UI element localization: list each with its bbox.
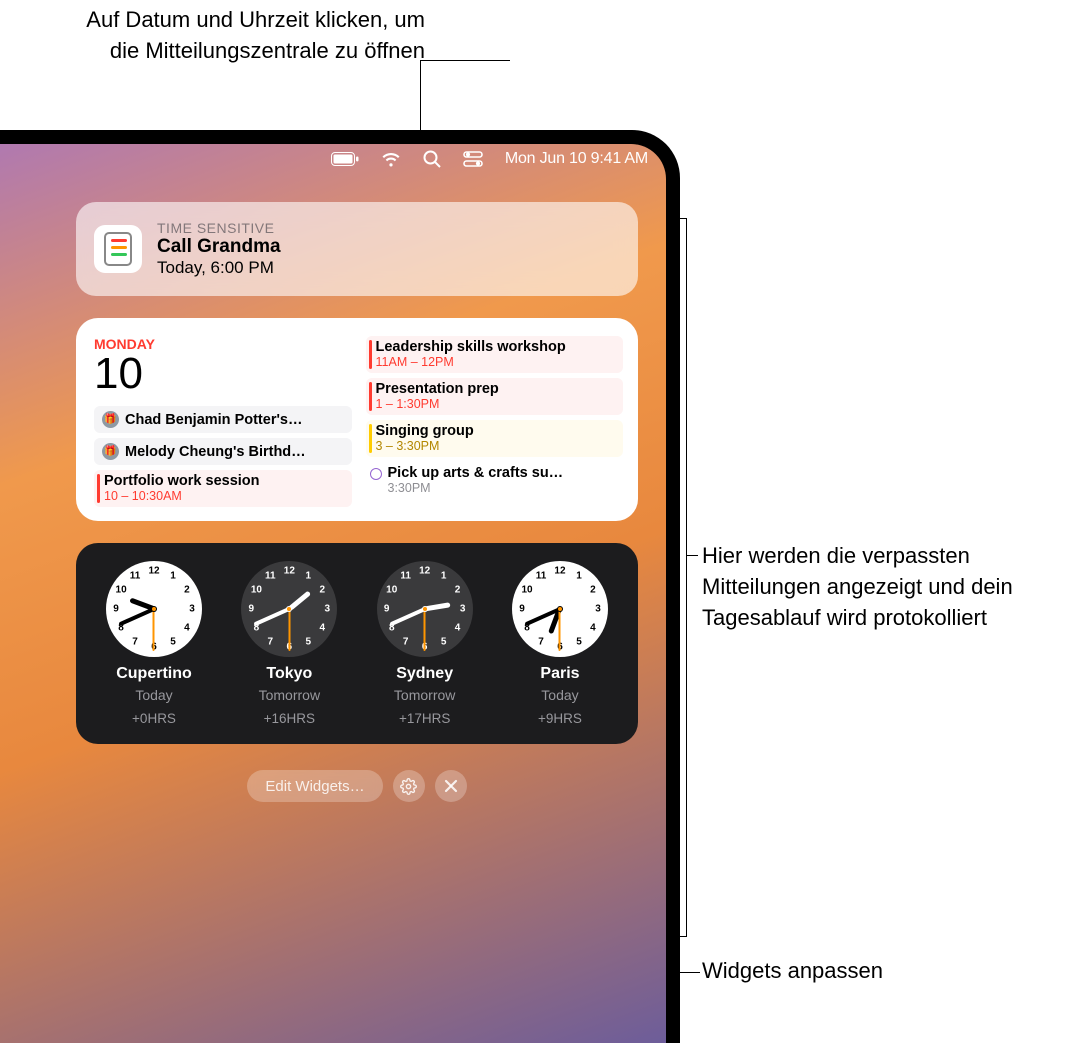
clock-day: Tomorrow bbox=[259, 687, 320, 703]
calendar-date-number: 10 bbox=[94, 352, 352, 396]
clock-day: Today bbox=[541, 687, 578, 703]
reminder-notification[interactable]: TIME SENSITIVE Call Grandma Today, 6:00 … bbox=[76, 202, 638, 296]
calendar-widget[interactable]: MONDAY 10 🎁 Chad Benjamin Potter's… 🎁 Me… bbox=[76, 318, 638, 521]
calendar-event-item: Portfolio work session 10 – 10:30AM bbox=[94, 470, 352, 507]
menubar: Mon Jun 10 9:41 AM bbox=[0, 144, 666, 174]
clock-city: Tokyo bbox=[266, 665, 312, 683]
reminders-app-icon bbox=[94, 225, 142, 273]
clock-face: 123456789101112 bbox=[106, 561, 202, 657]
notification-title: Call Grandma bbox=[157, 236, 620, 258]
close-button[interactable] bbox=[435, 770, 467, 802]
calendar-event-item: Singing group 3 – 3:30PM bbox=[366, 420, 624, 457]
clock-day: Today bbox=[135, 687, 172, 703]
clock-day: Tomorrow bbox=[394, 687, 455, 703]
device-frame: Mon Jun 10 9:41 AM TIME SENSITIVE Call G… bbox=[0, 130, 680, 1043]
calendar-reminder-item: Pick up arts & crafts su… 3:30PM bbox=[366, 462, 624, 499]
clock-offset: +9HRS bbox=[538, 711, 582, 726]
edit-widgets-button[interactable]: Edit Widgets… bbox=[247, 770, 382, 802]
clock-item: 123456789101112 Cupertino Today +0HRS bbox=[94, 561, 214, 726]
menubar-datetime[interactable]: Mon Jun 10 9:41 AM bbox=[505, 150, 648, 168]
calendar-birthday-item: 🎁 Melody Cheung's Birthd… bbox=[94, 438, 352, 465]
settings-gear-button[interactable] bbox=[393, 770, 425, 802]
control-center-icon[interactable] bbox=[463, 149, 483, 169]
clock-city: Paris bbox=[540, 665, 579, 683]
clock-offset: +0HRS bbox=[132, 711, 176, 726]
calendar-birthday-item: 🎁 Chad Benjamin Potter's… bbox=[94, 406, 352, 433]
clock-city: Cupertino bbox=[116, 665, 192, 683]
gift-icon: 🎁 bbox=[102, 443, 119, 460]
calendar-event-item: Leadership skills workshop 11AM – 12PM bbox=[366, 336, 624, 373]
annotation-notification-center: Hier werden die verpassten Mitteilungen … bbox=[702, 541, 1082, 633]
clock-face: 123456789101112 bbox=[241, 561, 337, 657]
annotation-edit-widgets: Widgets anpassen bbox=[702, 958, 883, 984]
annotation-menubar-clock: Auf Datum und Uhrzeit klicken, um die Mi… bbox=[55, 5, 425, 67]
clock-face: 123456789101112 bbox=[512, 561, 608, 657]
clock-item: 123456789101112 Tokyo Tomorrow +16HRS bbox=[229, 561, 349, 726]
clock-item: 123456789101112 Paris Today +9HRS bbox=[500, 561, 620, 726]
notification-center: TIME SENSITIVE Call Grandma Today, 6:00 … bbox=[0, 174, 666, 802]
notification-time: Today, 6:00 PM bbox=[157, 258, 620, 278]
clock-offset: +17HRS bbox=[399, 711, 450, 726]
notification-tag: TIME SENSITIVE bbox=[157, 220, 620, 236]
reminder-circle-icon bbox=[370, 468, 382, 480]
mac-screen: Mon Jun 10 9:41 AM TIME SENSITIVE Call G… bbox=[0, 144, 666, 1043]
widget-controls: Edit Widgets… bbox=[76, 770, 638, 802]
clock-face: 123456789101112 bbox=[377, 561, 473, 657]
world-clock-widget[interactable]: 123456789101112CupertinoToday+0HRS123456… bbox=[76, 543, 638, 744]
wifi-icon[interactable] bbox=[381, 149, 401, 169]
clock-offset: +16HRS bbox=[264, 711, 315, 726]
clock-item: 123456789101112 Sydney Tomorrow +17HRS bbox=[365, 561, 485, 726]
gift-icon: 🎁 bbox=[102, 411, 119, 428]
calendar-event-item: Presentation prep 1 – 1:30PM bbox=[366, 378, 624, 415]
battery-icon[interactable] bbox=[331, 149, 359, 169]
spotlight-icon[interactable] bbox=[423, 149, 441, 169]
clock-city: Sydney bbox=[396, 665, 453, 683]
